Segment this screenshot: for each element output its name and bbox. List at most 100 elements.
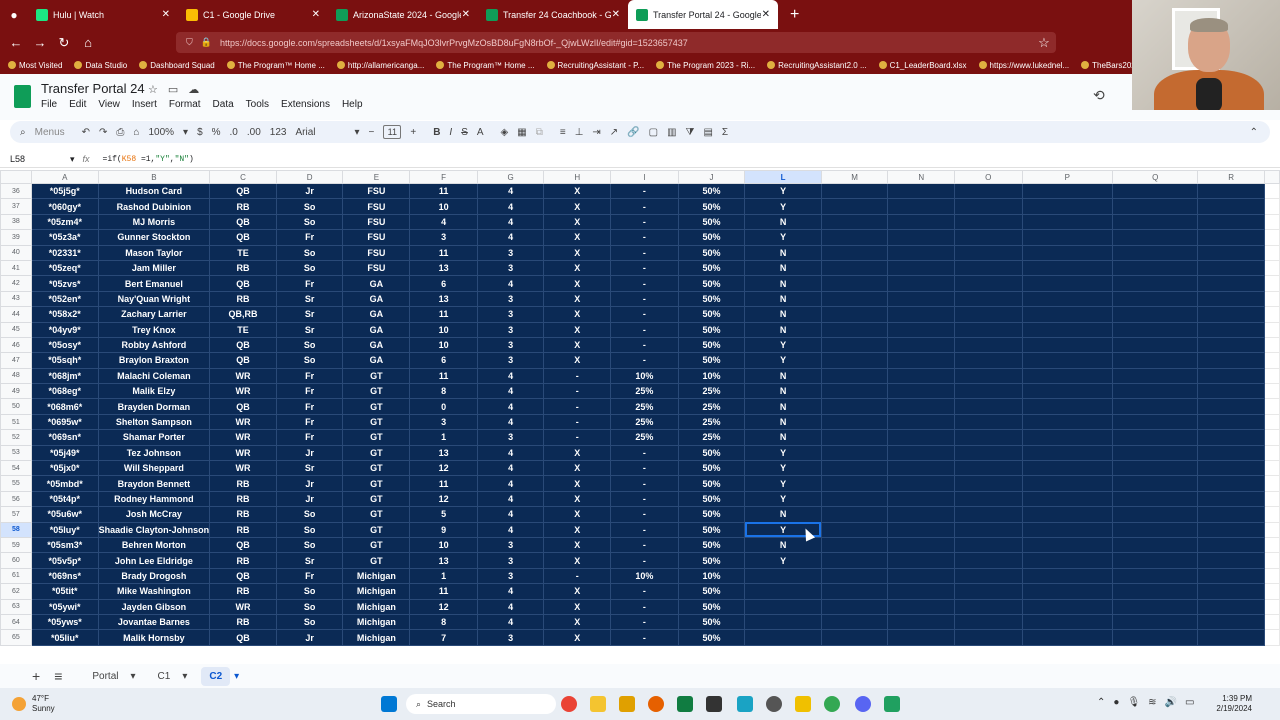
cell[interactable]: WR [209,383,277,400]
number-format-button[interactable]: 123 [270,127,287,138]
cell[interactable]: - [610,198,679,215]
cell[interactable] [954,490,1023,508]
row-number[interactable]: 52 [0,429,32,446]
cell[interactable]: Tez Johnson [97,444,211,462]
cell[interactable] [820,383,889,400]
font-size-input[interactable]: 11 [383,125,402,139]
cell[interactable] [1197,229,1265,246]
cell[interactable] [887,536,955,554]
cell[interactable] [1021,552,1113,569]
cell[interactable] [1111,229,1199,246]
row-number[interactable]: 60 [0,552,32,569]
cell[interactable] [1021,567,1113,585]
cell[interactable]: Jr [275,629,344,646]
cell[interactable]: 5 [409,506,478,523]
cell[interactable]: 4 [476,398,545,415]
cell[interactable] [1111,567,1199,585]
cell[interactable]: - [610,336,679,354]
cell[interactable]: 1 [409,429,478,446]
cell[interactable]: 4 [476,367,545,385]
browser-tab[interactable]: ArizonaState 2024 - Google Sheets✕ [328,0,478,29]
cell[interactable] [1197,552,1265,569]
cell[interactable] [1197,413,1265,431]
cell[interactable]: *05liu* [30,629,99,646]
menu-file[interactable]: File [41,99,57,110]
row-number[interactable]: 57 [0,506,32,523]
firefox-menu-icon[interactable]: ● [0,8,28,22]
cell[interactable]: 13 [409,444,478,462]
cell[interactable]: 4 [476,413,545,431]
row-number[interactable]: 48 [0,367,32,385]
column-header-h[interactable]: H [543,170,612,184]
cell[interactable]: So [275,336,344,354]
cell[interactable] [1021,521,1113,538]
cell[interactable]: QB,RB [209,306,277,323]
cell[interactable] [954,613,1023,631]
cell[interactable] [1021,306,1113,323]
cell[interactable]: Fr [275,567,344,585]
cell[interactable]: Brayden Dorman [97,398,211,415]
column-header-n[interactable]: N [887,170,955,184]
cell[interactable]: GT [342,460,411,477]
cell[interactable]: Jayden Gibson [97,598,211,615]
cell[interactable] [954,182,1023,200]
row-number[interactable]: 58 [0,521,32,538]
cell[interactable]: *05zvs* [30,275,99,292]
move-folder-icon[interactable]: ▭ [168,83,178,96]
cell[interactable]: 4 [476,213,545,231]
cell[interactable] [887,259,955,277]
cell[interactable]: *05u6w* [30,506,99,523]
column-header-c[interactable]: C [209,170,277,184]
cell[interactable] [1111,413,1199,431]
cell[interactable]: 50% [677,490,746,508]
cell[interactable] [954,413,1023,431]
cell[interactable] [1021,629,1113,646]
app-icon-1[interactable] [706,696,722,712]
cell[interactable]: 6 [409,352,478,369]
cell[interactable]: GT [342,475,411,492]
cell[interactable]: 50% [677,583,746,600]
cell[interactable]: 3 [476,306,545,323]
row-number[interactable]: 39 [0,229,32,246]
cell[interactable] [1197,352,1265,369]
cell[interactable] [1111,475,1199,492]
cell[interactable] [887,444,955,462]
cell[interactable] [820,398,889,415]
cell[interactable]: 3 [476,352,545,369]
cell[interactable]: Brady Drogosh [97,567,211,585]
cell[interactable] [820,413,889,431]
cell[interactable]: 25% [677,429,746,446]
cell[interactable]: 50% [677,552,746,569]
cell[interactable] [1197,383,1265,400]
fill-color-icon[interactable]: ◈ [501,127,509,138]
cell[interactable]: X [543,460,612,477]
cell[interactable]: GA [342,321,411,338]
cell[interactable]: RB [209,521,277,538]
cell[interactable] [1021,583,1113,600]
cell[interactable]: Malik Elzy [97,383,211,400]
font-size-increase[interactable]: + [410,127,416,138]
cell[interactable]: *05ywi* [30,598,99,615]
cell[interactable] [744,567,822,585]
cell[interactable]: X [543,536,612,554]
font-chevron-icon[interactable]: ▾ [354,127,359,138]
cell[interactable]: 50% [677,229,746,246]
cell[interactable]: X [543,259,612,277]
cell[interactable]: *05sm3* [30,536,99,554]
cell[interactable] [887,229,955,246]
cell[interactable]: *068jm* [30,367,99,385]
browser-tab[interactable]: Transfer 24 Coachbook - Google Sheets✕ [478,0,628,29]
cell[interactable] [820,552,889,569]
cell[interactable]: So [275,536,344,554]
row-number[interactable]: 40 [0,244,32,261]
cell[interactable]: TE [209,321,277,338]
weather-widget[interactable]: 47°F Sunny [0,694,55,714]
windows-start-icon[interactable] [381,696,397,712]
cell[interactable]: 25% [610,413,679,431]
cell[interactable] [1111,336,1199,354]
cell[interactable]: RB [209,290,277,308]
cell[interactable] [1197,567,1265,585]
cell[interactable]: *068eg* [30,383,99,400]
firefox-icon[interactable] [648,696,664,712]
filter-icon[interactable]: ⧩ [686,127,695,138]
